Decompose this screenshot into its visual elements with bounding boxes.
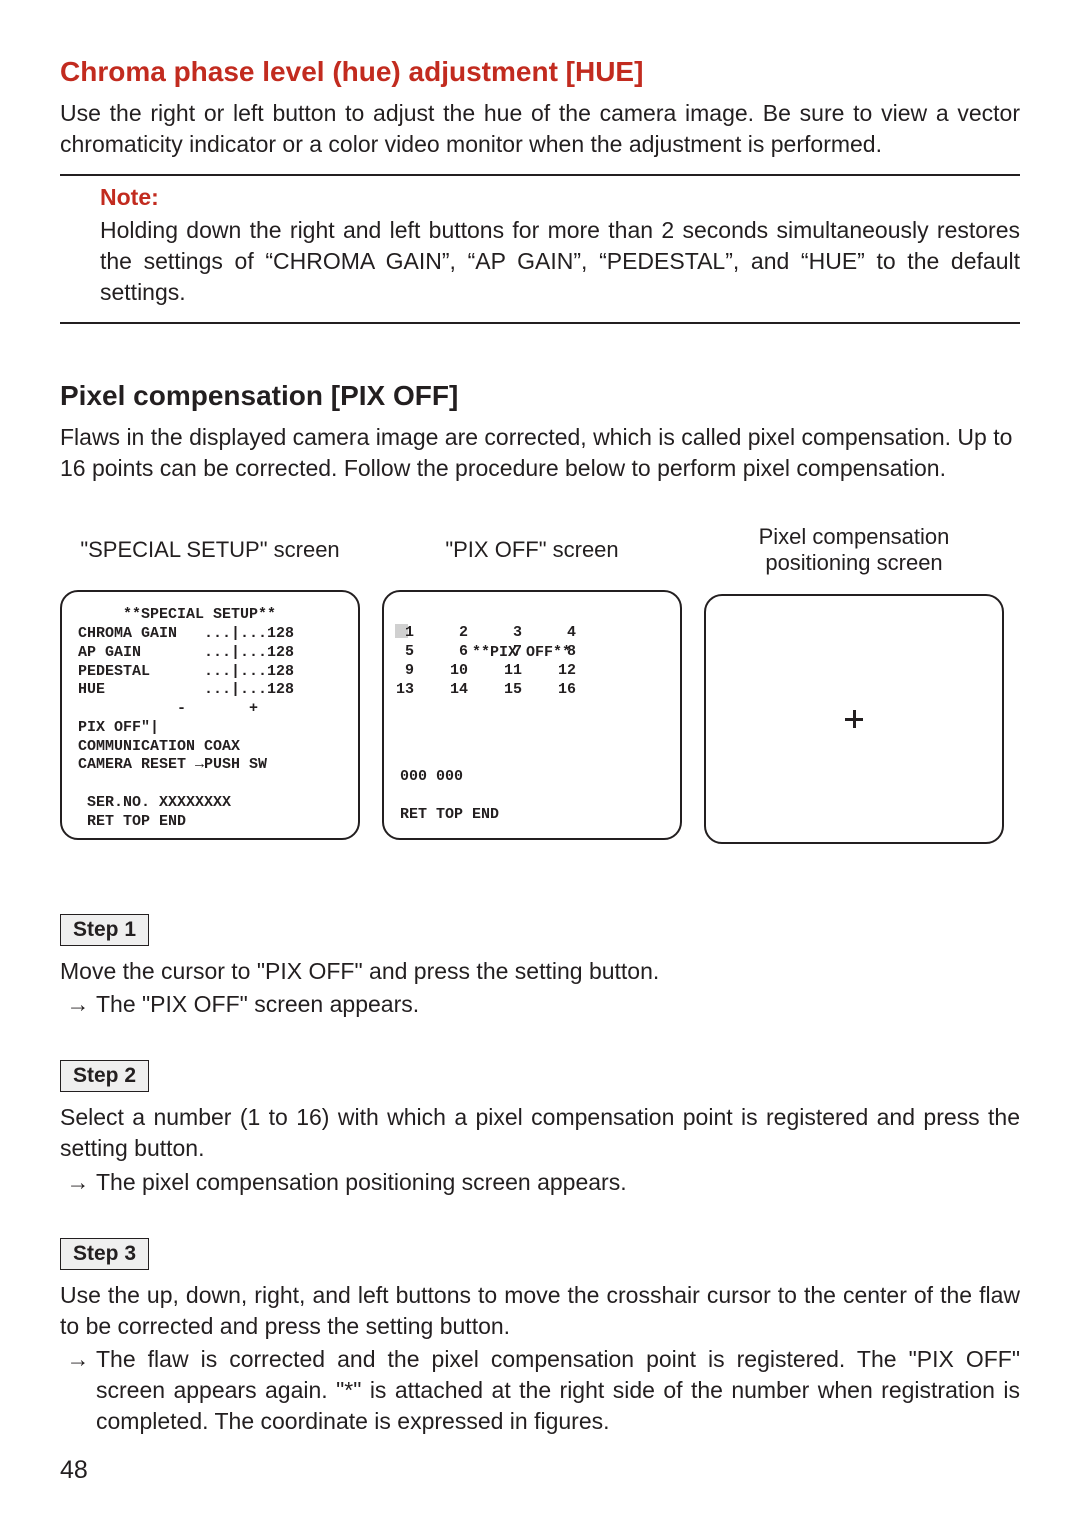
step-2-result: → The pixel compensation positioning scr… — [60, 1167, 1020, 1198]
step-1-result-text: The "PIX OFF" screen appears. — [96, 989, 1020, 1020]
screen-col-positioning: Pixel compensation positioning screen — [704, 520, 1004, 844]
divider — [60, 322, 1020, 324]
screens-row: "SPECIAL SETUP" screen **SPECIAL SETUP**… — [60, 520, 1020, 844]
caption-pixoff: "PIX OFF" screen — [382, 520, 682, 580]
osd-pixoff: **PIX OFF** 1 2 3 4 5 6 7 8 9 10 11 12 1… — [382, 590, 682, 840]
screen-col-pixoff: "PIX OFF" screen **PIX OFF** 1 2 3 4 5 6… — [382, 520, 682, 844]
step-2: Step 2 Select a number (1 to 16) with wh… — [60, 1060, 1020, 1197]
osd-positioning — [704, 594, 1004, 844]
hue-body: Use the right or left button to adjust t… — [60, 98, 1020, 160]
arrow-icon: → — [60, 1344, 96, 1437]
caption-positioning: Pixel compensation positioning screen — [704, 520, 1004, 584]
note-text: Holding down the right and left buttons … — [100, 215, 1020, 308]
section-heading-hue: Chroma phase level (hue) adjustment [HUE… — [60, 56, 1020, 88]
section-heading-pixoff: Pixel compensation [PIX OFF] — [60, 380, 1020, 412]
osd-pixoff-footer: 000 000 RET TOP END — [400, 768, 499, 824]
step-2-body: Select a number (1 to 16) with which a p… — [60, 1102, 1020, 1164]
manual-page: Chroma phase level (hue) adjustment [HUE… — [0, 0, 1080, 1533]
step-2-label: Step 2 — [60, 1060, 149, 1092]
arrow-icon: → — [60, 989, 96, 1020]
crosshair-icon — [845, 710, 863, 728]
step-2-result-text: The pixel compensation positioning scree… — [96, 1167, 1020, 1198]
step-3: Step 3 Use the up, down, right, and left… — [60, 1238, 1020, 1437]
screen-col-special: "SPECIAL SETUP" screen **SPECIAL SETUP**… — [60, 520, 360, 844]
page-number: 48 — [60, 1456, 88, 1485]
caption-special: "SPECIAL SETUP" screen — [60, 520, 360, 580]
pixoff-body: Flaws in the displayed camera image are … — [60, 422, 1020, 484]
arrow-icon: → — [60, 1167, 96, 1198]
divider — [60, 174, 1020, 176]
osd-special-setup: **SPECIAL SETUP** CHROMA GAIN ...|...128… — [60, 590, 360, 840]
step-3-result: → The flaw is corrected and the pixel co… — [60, 1344, 1020, 1437]
step-1-result: → The "PIX OFF" screen appears. — [60, 989, 1020, 1020]
step-1-body: Move the cursor to "PIX OFF" and press t… — [60, 956, 1020, 987]
osd-pixoff-grid: 1 2 3 4 5 6 7 8 9 10 11 12 13 14 15 16 — [396, 624, 576, 699]
step-3-body: Use the up, down, right, and left button… — [60, 1280, 1020, 1342]
step-3-label: Step 3 — [60, 1238, 149, 1270]
step-1: Step 1 Move the cursor to "PIX OFF" and … — [60, 914, 1020, 1020]
step-1-label: Step 1 — [60, 914, 149, 946]
step-3-result-text: The flaw is corrected and the pixel comp… — [96, 1344, 1020, 1437]
note-label: Note: — [100, 184, 1020, 211]
note-block: Note: Holding down the right and left bu… — [60, 184, 1020, 308]
